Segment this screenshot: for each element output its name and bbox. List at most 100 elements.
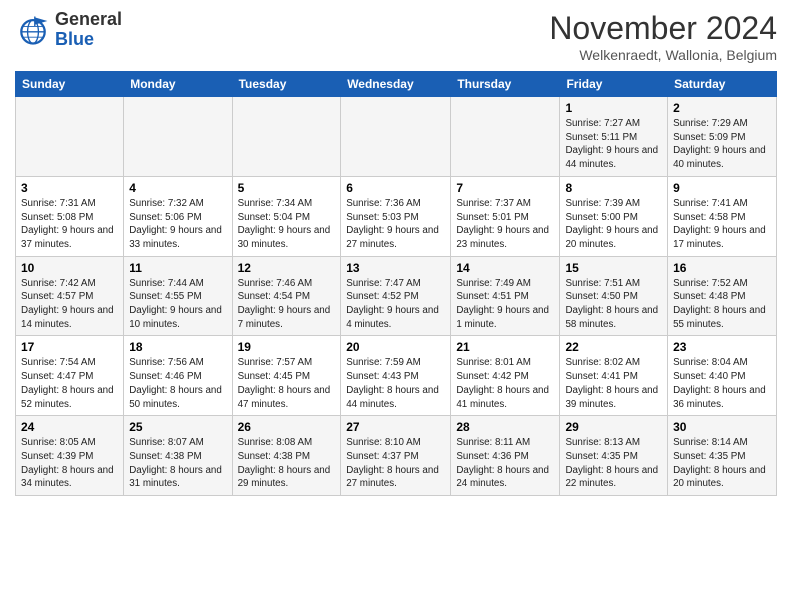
- day-info: Sunrise: 7:42 AM Sunset: 4:57 PM Dayligh…: [21, 277, 118, 332]
- calendar-cell: 8Sunrise: 7:39 AM Sunset: 5:00 PM Daylig…: [560, 176, 668, 256]
- calendar-cell: 3 Sunrise: 7:31 AM Sunset: 5:08 PM Daylig…: [16, 176, 124, 256]
- day-number: 29: [565, 420, 662, 434]
- day-number: 23: [673, 340, 771, 354]
- day-info: Sunrise: 7:34 AM Sunset: 5:04 PM Dayligh…: [238, 197, 336, 252]
- day-info: Sunrise: 7:57 AM Sunset: 4:45 PM Dayligh…: [238, 356, 336, 411]
- calendar-week-3: 17Sunrise: 7:54 AM Sunset: 4:47 PM Dayli…: [16, 336, 777, 416]
- calendar-cell: [232, 97, 341, 177]
- day-info: Sunrise: 7:54 AM Sunset: 4:47 PM Dayligh…: [21, 356, 118, 411]
- col-thursday: Thursday: [451, 72, 560, 97]
- calendar-cell: 19 Sunrise: 7:57 AM Sunset: 4:45 PM Dayli…: [232, 336, 341, 416]
- day-number: 2: [673, 101, 771, 115]
- calendar-cell: 28Sunrise: 8:11 AM Sunset: 4:36 PM Dayli…: [451, 416, 560, 496]
- day-info: Sunrise: 8:05 AM Sunset: 4:39 PM Dayligh…: [21, 436, 118, 491]
- calendar-cell: [16, 97, 124, 177]
- calendar-cell: 16 Sunrise: 7:52 AM Sunset: 4:48 PM Dayli…: [668, 256, 777, 336]
- calendar-cell: 15Sunrise: 7:51 AM Sunset: 4:50 PM Dayli…: [560, 256, 668, 336]
- day-number: 20: [346, 340, 445, 354]
- day-info: Sunrise: 7:46 AM Sunset: 4:54 PM Dayligh…: [238, 277, 336, 332]
- calendar-cell: 26Sunrise: 8:08 AM Sunset: 4:38 PM Dayli…: [232, 416, 341, 496]
- day-number: 3: [21, 181, 118, 195]
- calendar-cell: 5 Sunrise: 7:34 AM Sunset: 5:04 PM Daylig…: [232, 176, 341, 256]
- calendar-cell: 23 Sunrise: 8:04 AM Sunset: 4:40 PM Dayli…: [668, 336, 777, 416]
- day-info: Sunrise: 8:07 AM Sunset: 4:38 PM Dayligh…: [129, 436, 226, 491]
- day-info: Sunrise: 8:14 AM Sunset: 4:35 PM Dayligh…: [673, 436, 771, 491]
- day-number: 30: [673, 420, 771, 434]
- col-tuesday: Tuesday: [232, 72, 341, 97]
- calendar-cell: 17Sunrise: 7:54 AM Sunset: 4:47 PM Dayli…: [16, 336, 124, 416]
- day-info: Sunrise: 7:36 AM Sunset: 5:03 PM Dayligh…: [346, 197, 445, 252]
- day-number: 6: [346, 181, 445, 195]
- calendar-header: Sunday Monday Tuesday Wednesday Thursday…: [16, 72, 777, 97]
- logo-text: General Blue: [55, 10, 122, 50]
- col-saturday: Saturday: [668, 72, 777, 97]
- month-title: November 2024: [549, 10, 777, 47]
- day-info: Sunrise: 7:32 AM Sunset: 5:06 PM Dayligh…: [129, 197, 226, 252]
- day-info: Sunrise: 8:13 AM Sunset: 4:35 PM Dayligh…: [565, 436, 662, 491]
- day-info: Sunrise: 8:02 AM Sunset: 4:41 PM Dayligh…: [565, 356, 662, 411]
- day-info: Sunrise: 8:10 AM Sunset: 4:37 PM Dayligh…: [346, 436, 445, 491]
- day-info: Sunrise: 7:29 AM Sunset: 5:09 PM Dayligh…: [673, 117, 771, 172]
- day-info: Sunrise: 7:52 AM Sunset: 4:48 PM Dayligh…: [673, 277, 771, 332]
- day-number: 10: [21, 261, 118, 275]
- calendar-cell: 9Sunrise: 7:41 AM Sunset: 4:58 PM Daylig…: [668, 176, 777, 256]
- day-number: 19: [238, 340, 336, 354]
- calendar-cell: 12Sunrise: 7:46 AM Sunset: 4:54 PM Dayli…: [232, 256, 341, 336]
- calendar-cell: 27Sunrise: 8:10 AM Sunset: 4:37 PM Dayli…: [341, 416, 451, 496]
- col-monday: Monday: [124, 72, 232, 97]
- col-sunday: Sunday: [16, 72, 124, 97]
- calendar-cell: 30 Sunrise: 8:14 AM Sunset: 4:35 PM Dayli…: [668, 416, 777, 496]
- calendar-cell: 20Sunrise: 7:59 AM Sunset: 4:43 PM Dayli…: [341, 336, 451, 416]
- col-friday: Friday: [560, 72, 668, 97]
- calendar-week-1: 3 Sunrise: 7:31 AM Sunset: 5:08 PM Daylig…: [16, 176, 777, 256]
- logo-general: General: [55, 10, 122, 30]
- day-number: 14: [456, 261, 554, 275]
- page: General Blue November 2024 Welkenraedt, …: [0, 0, 792, 506]
- calendar-cell: 6 Sunrise: 7:36 AM Sunset: 5:03 PM Daylig…: [341, 176, 451, 256]
- day-number: 16: [673, 261, 771, 275]
- calendar-cell: [124, 97, 232, 177]
- calendar-week-2: 10 Sunrise: 7:42 AM Sunset: 4:57 PM Dayli…: [16, 256, 777, 336]
- calendar-cell: 25 Sunrise: 8:07 AM Sunset: 4:38 PM Dayli…: [124, 416, 232, 496]
- calendar-cell: 18 Sunrise: 7:56 AM Sunset: 4:46 PM Dayli…: [124, 336, 232, 416]
- calendar-week-0: 1Sunrise: 7:27 AM Sunset: 5:11 PM Daylig…: [16, 97, 777, 177]
- day-number: 15: [565, 261, 662, 275]
- calendar-cell: 11Sunrise: 7:44 AM Sunset: 4:55 PM Dayli…: [124, 256, 232, 336]
- day-number: 7: [456, 181, 554, 195]
- day-number: 5: [238, 181, 336, 195]
- day-number: 28: [456, 420, 554, 434]
- day-info: Sunrise: 8:04 AM Sunset: 4:40 PM Dayligh…: [673, 356, 771, 411]
- day-number: 8: [565, 181, 662, 195]
- calendar-cell: 1Sunrise: 7:27 AM Sunset: 5:11 PM Daylig…: [560, 97, 668, 177]
- calendar-cell: 22 Sunrise: 8:02 AM Sunset: 4:41 PM Dayli…: [560, 336, 668, 416]
- day-info: Sunrise: 7:47 AM Sunset: 4:52 PM Dayligh…: [346, 277, 445, 332]
- day-info: Sunrise: 7:37 AM Sunset: 5:01 PM Dayligh…: [456, 197, 554, 252]
- header: General Blue November 2024 Welkenraedt, …: [15, 10, 777, 63]
- day-number: 9: [673, 181, 771, 195]
- day-info: Sunrise: 7:49 AM Sunset: 4:51 PM Dayligh…: [456, 277, 554, 332]
- calendar-cell: 29 Sunrise: 8:13 AM Sunset: 4:35 PM Dayli…: [560, 416, 668, 496]
- calendar: Sunday Monday Tuesday Wednesday Thursday…: [15, 71, 777, 496]
- calendar-cell: [341, 97, 451, 177]
- day-number: 22: [565, 340, 662, 354]
- day-number: 25: [129, 420, 226, 434]
- day-info: Sunrise: 7:31 AM Sunset: 5:08 PM Dayligh…: [21, 197, 118, 252]
- day-number: 18: [129, 340, 226, 354]
- calendar-cell: [451, 97, 560, 177]
- day-info: Sunrise: 7:56 AM Sunset: 4:46 PM Dayligh…: [129, 356, 226, 411]
- header-row: Sunday Monday Tuesday Wednesday Thursday…: [16, 72, 777, 97]
- col-wednesday: Wednesday: [341, 72, 451, 97]
- day-info: Sunrise: 8:08 AM Sunset: 4:38 PM Dayligh…: [238, 436, 336, 491]
- logo-blue: Blue: [55, 30, 122, 50]
- logo: General Blue: [15, 10, 122, 50]
- calendar-cell: 2 Sunrise: 7:29 AM Sunset: 5:09 PM Daylig…: [668, 97, 777, 177]
- logo-icon: [15, 12, 51, 48]
- day-number: 13: [346, 261, 445, 275]
- calendar-cell: 4Sunrise: 7:32 AM Sunset: 5:06 PM Daylig…: [124, 176, 232, 256]
- day-info: Sunrise: 7:44 AM Sunset: 4:55 PM Dayligh…: [129, 277, 226, 332]
- calendar-cell: 10 Sunrise: 7:42 AM Sunset: 4:57 PM Dayli…: [16, 256, 124, 336]
- day-info: Sunrise: 8:01 AM Sunset: 4:42 PM Dayligh…: [456, 356, 554, 411]
- day-number: 21: [456, 340, 554, 354]
- calendar-week-4: 24Sunrise: 8:05 AM Sunset: 4:39 PM Dayli…: [16, 416, 777, 496]
- day-info: Sunrise: 7:27 AM Sunset: 5:11 PM Dayligh…: [565, 117, 662, 172]
